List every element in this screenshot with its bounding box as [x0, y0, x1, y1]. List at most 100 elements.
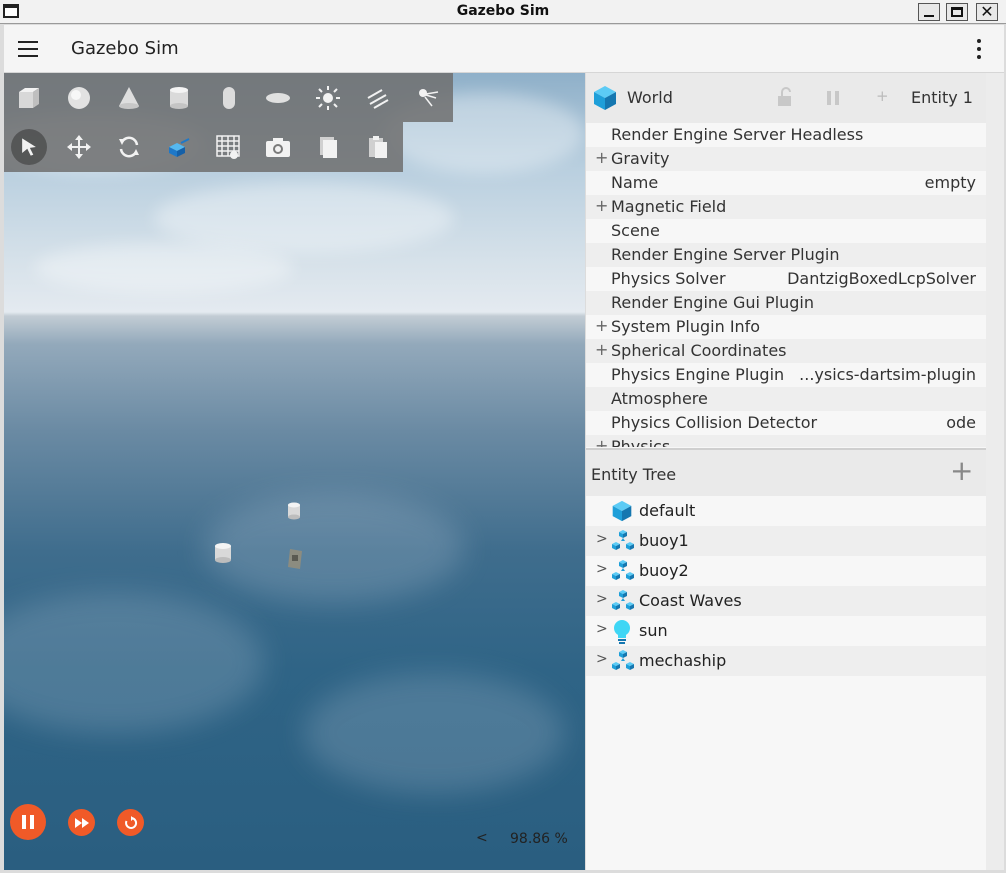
chevron-right-icon[interactable]: > — [596, 591, 608, 607]
tree-item-label: Coast Waves — [639, 591, 742, 610]
property-row[interactable]: Name empty — [586, 171, 986, 195]
cloud — [154, 183, 454, 253]
translate-mode-button[interactable] — [54, 123, 104, 171]
entity-tree-header: Entity Tree + — [586, 450, 986, 496]
step-button[interactable] — [68, 809, 95, 836]
box-shape-button[interactable] — [4, 74, 54, 122]
select-mode-button[interactable] — [4, 123, 54, 171]
unlock-icon[interactable] — [776, 87, 794, 107]
cone-shape-button[interactable] — [104, 74, 154, 122]
property-row[interactable]: Render Engine Server Headless — [586, 123, 986, 147]
more-options-icon[interactable] — [974, 39, 984, 61]
tree-item-coast-waves[interactable]: > Coast Waves — [586, 586, 986, 616]
property-value: empty — [924, 173, 976, 192]
property-row[interactable]: Render Engine Gui Plugin — [586, 291, 986, 315]
boat-object[interactable] — [286, 547, 304, 571]
chevron-right-icon[interactable]: > — [596, 621, 608, 637]
sphere-icon — [67, 86, 90, 109]
property-row[interactable]: Atmosphere — [586, 387, 986, 411]
capsule-shape-button[interactable] — [204, 74, 254, 122]
property-row[interactable]: Physics Engine Plugin ...ysics-dartsim-pl… — [586, 363, 986, 387]
component-properties-list: Render Engine Server Headless + Gravity N… — [586, 123, 986, 447]
window-title: Gazebo Sim — [456, 3, 550, 19]
close-button[interactable]: ✕ — [976, 3, 998, 21]
copy-button[interactable] — [303, 123, 353, 171]
hamburger-menu-icon[interactable] — [18, 41, 38, 57]
real-time-factor: 98.86 % — [510, 831, 568, 847]
window-titlebar: Gazebo Sim ✕ — [0, 0, 1006, 24]
pause-updates-icon[interactable] — [826, 91, 840, 105]
cylinder-shape-button[interactable] — [154, 74, 204, 122]
panel-scrollbar[interactable] — [986, 73, 1004, 870]
property-value: DantzigBoxedLcpSolver — [787, 269, 976, 288]
expand-icon[interactable]: + — [595, 340, 608, 359]
property-row[interactable]: + System Plugin Info — [586, 315, 986, 339]
buoy-object[interactable] — [287, 502, 301, 520]
property-name: Spherical Coordinates — [611, 341, 787, 360]
property-value: ...ysics-dartsim-plugin — [799, 365, 976, 384]
property-name: Scene — [611, 221, 660, 240]
point-light-button[interactable] — [303, 74, 353, 122]
maximize-button[interactable] — [946, 3, 968, 21]
directional-light-button[interactable] — [353, 74, 403, 122]
property-name: Atmosphere — [611, 389, 708, 408]
rtf-toggle-icon[interactable]: < — [476, 830, 488, 846]
right-panel: World + Entity 1 Render Engine Server He… — [586, 73, 986, 870]
shapes-toolbar — [4, 73, 453, 122]
property-row[interactable]: Render Engine Server Plugin — [586, 243, 986, 267]
tree-item-default[interactable]: default — [586, 496, 986, 526]
property-row[interactable]: Scene — [586, 219, 986, 243]
expand-icon[interactable]: + — [595, 196, 608, 215]
property-name: Render Engine Server Headless — [611, 125, 864, 144]
minimize-button[interactable] — [918, 3, 940, 21]
chevron-right-icon[interactable]: > — [596, 651, 608, 667]
rotate-mode-button[interactable] — [104, 123, 154, 171]
model-icon — [612, 560, 634, 580]
property-row[interactable]: + Physics — [586, 435, 986, 447]
water-reflection — [4, 593, 264, 733]
property-name: Render Engine Server Plugin — [611, 245, 840, 264]
entity-id-label: Entity 1 — [911, 88, 973, 107]
scene-3d-viewport[interactable] — [4, 73, 585, 870]
property-row[interactable]: Physics Solver DantzigBoxedLcpSolver — [586, 267, 986, 291]
spot-light-icon — [419, 88, 439, 106]
cloud — [34, 243, 294, 293]
add-component-icon[interactable]: + — [876, 87, 889, 105]
expand-icon[interactable]: + — [595, 148, 608, 167]
light-bulb-icon — [614, 620, 630, 644]
tree-item-sun[interactable]: > sun — [586, 616, 986, 646]
reset-icon — [124, 815, 137, 829]
reset-button[interactable] — [117, 809, 144, 836]
add-entity-icon[interactable]: + — [950, 456, 973, 486]
tree-item-buoy2[interactable]: > buoy2 — [586, 556, 986, 586]
model-icon — [612, 590, 634, 610]
property-name: Name — [611, 173, 659, 192]
minimize-icon — [924, 15, 934, 17]
paste-button[interactable] — [353, 123, 403, 171]
property-row[interactable]: Physics Collision Detector ode — [586, 411, 986, 435]
property-row[interactable]: + Magnetic Field — [586, 195, 986, 219]
property-name: Physics Engine Plugin — [611, 365, 785, 384]
transform-control-button[interactable] — [154, 123, 204, 171]
property-row[interactable]: + Spherical Coordinates — [586, 339, 986, 363]
property-row[interactable]: + Gravity — [586, 147, 986, 171]
spot-light-button[interactable] — [403, 74, 453, 122]
tree-item-mechaship[interactable]: > mechaship — [586, 646, 986, 676]
expand-icon[interactable]: + — [595, 316, 608, 335]
grid-snap-button[interactable] — [204, 123, 254, 171]
ellipsoid-icon — [266, 92, 291, 103]
chevron-right-icon[interactable]: > — [596, 531, 608, 547]
ellipsoid-shape-button[interactable] — [253, 74, 303, 122]
chevron-right-icon[interactable]: > — [596, 561, 608, 577]
sphere-shape-button[interactable] — [54, 74, 104, 122]
move-arrows-icon — [66, 135, 91, 159]
property-name: Physics — [611, 437, 671, 447]
tree-item-buoy1[interactable]: > buoy1 — [586, 526, 986, 556]
tree-item-label: mechaship — [639, 651, 727, 670]
screenshot-button[interactable] — [253, 123, 303, 171]
cone-icon — [118, 86, 139, 109]
buoy-object[interactable] — [214, 542, 232, 564]
expand-icon[interactable]: + — [595, 436, 608, 447]
transform-toolbar — [4, 122, 403, 172]
pause-button[interactable] — [10, 804, 46, 840]
